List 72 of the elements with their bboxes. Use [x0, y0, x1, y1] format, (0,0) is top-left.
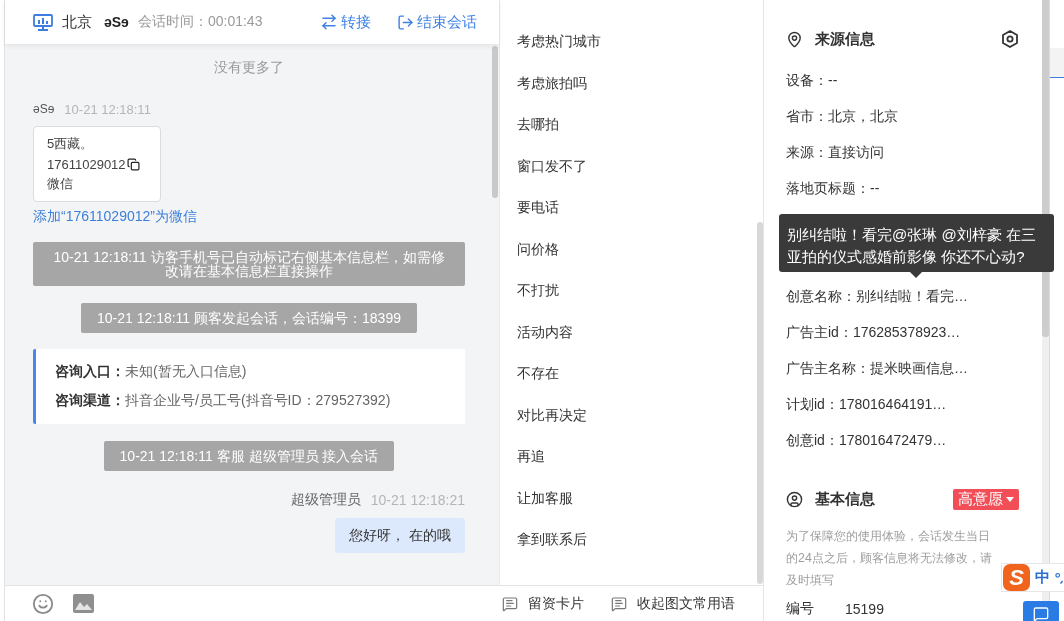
message-icon	[611, 595, 627, 612]
info-row: 省市：北京，北京	[786, 108, 898, 126]
message-icon	[1033, 606, 1049, 621]
message-text: 5西藏。	[47, 135, 94, 153]
session-duration: 会话时间：00:01:43	[137, 13, 263, 31]
visitor-name: əSɘ	[104, 14, 129, 30]
quick-reply-item[interactable]: 要电话	[500, 187, 559, 229]
quick-reply-item[interactable]: 对比再决定	[500, 394, 587, 436]
user-icon	[786, 490, 803, 508]
add-wechat-link[interactable]: 添加“17611029012”为微信	[33, 207, 197, 225]
message-time: 10-21 12:18:21	[370, 492, 465, 508]
scrollbar-thumb[interactable]	[757, 222, 763, 584]
field-value: 15199	[845, 601, 884, 617]
field-label: 咨询入口：	[55, 363, 125, 381]
location-pin-icon	[786, 30, 803, 48]
info-row: 设备：--	[786, 72, 838, 90]
scrollbar-thumb[interactable]	[492, 46, 498, 198]
info-row: 创意id：178016472479…	[786, 432, 947, 450]
quick-reply-item[interactable]: 考虑旅拍吗	[500, 62, 587, 104]
swap-arrows-icon	[320, 13, 338, 31]
info-row: 广告主id：176285378923…	[786, 324, 961, 342]
field-label: 咨询渠道：	[55, 392, 125, 410]
info-row: 落地页标题：--	[786, 180, 880, 198]
end-of-history-notice: 没有更多了	[214, 58, 284, 76]
smiley-icon[interactable]	[32, 592, 54, 615]
tooltip: 别纠结啦！看完@张琳 @刘梓豪 在三亚拍的仪式感婚前影像 你还不心动?	[779, 214, 1054, 272]
quick-reply-item[interactable]: 考虑热门城市	[500, 21, 601, 63]
info-row: 来源：直接访问	[786, 144, 884, 162]
field-value: 抖音企业号/员工号(抖音号ID：279527392)	[125, 392, 391, 410]
quick-reply-item[interactable]: 活动内容	[500, 311, 573, 353]
quick-reply-item[interactable]: 问价格	[500, 228, 559, 270]
quick-reply-item[interactable]: 去哪拍	[500, 104, 559, 146]
quick-reply-item[interactable]: 窗口发不了	[500, 145, 587, 187]
intent-badge[interactable]: 高意愿	[953, 488, 1019, 510]
visitor-location: 北京	[62, 12, 92, 32]
tooltip-arrow	[910, 272, 922, 278]
message-time: 10-21 12:18:11	[64, 101, 151, 117]
quick-reply-item[interactable]: 不存在	[500, 353, 559, 395]
input-mode-toggle[interactable]: 中	[1035, 568, 1050, 587]
caret-icon	[1006, 496, 1014, 502]
quick-reply-item[interactable]: 让加客服	[500, 477, 573, 519]
system-notice: 10-21 12:18:11 访客手机号已自动标记右侧基本信息栏，如需修改请在基本信息栏直接操作	[33, 242, 465, 286]
transfer-button[interactable]: 转接	[320, 12, 371, 32]
section-title: 来源信息	[815, 29, 875, 49]
message-icon	[502, 595, 518, 612]
message-text: 17611029012	[47, 156, 126, 172]
info-row: 广告主名称：提米映画信息…	[786, 360, 968, 378]
system-notice: 10-21 12:18:11 客服 超级管理员 接入会话	[103, 441, 395, 471]
punctuation-icon[interactable]	[1055, 571, 1064, 584]
toolbar-button[interactable]: 留资卡片	[502, 594, 584, 613]
monitor-icon	[33, 13, 53, 31]
system-notice: 10-21 12:18:11 顾客发起会话，会话编号：18399	[81, 303, 417, 333]
exit-icon	[397, 13, 414, 31]
info-row: 创意名称：别纠结啦！看完…	[786, 288, 968, 306]
toolbar-button[interactable]: 收起图文常用语	[611, 594, 735, 613]
info-row: 计划id：178016464191…	[786, 396, 947, 414]
scrollbar-thumb[interactable]	[1042, 0, 1049, 337]
section-title: 基本信息	[815, 489, 875, 509]
info-notice: 为了保障您的使用体验，会话发生当日的24点之后，顾客信息将无法修改，请及时填写	[786, 528, 993, 589]
message-bubble: 您好呀， 在的哦	[335, 518, 465, 553]
settings-icon[interactable]	[1001, 30, 1019, 48]
field-label: 编号	[786, 600, 815, 618]
field-value: 未知(暂无入口信息)	[125, 363, 247, 381]
quick-reply-item[interactable]: 拿到联系后	[500, 519, 587, 561]
copy-icon[interactable]	[126, 157, 140, 171]
quick-reply-item[interactable]: 不打扰	[500, 270, 559, 312]
image-icon[interactable]	[73, 594, 94, 613]
end-session-button[interactable]: 结束会话	[397, 12, 477, 32]
sender-name: 超级管理员	[290, 491, 361, 509]
quick-reply-item[interactable]: 再追	[500, 436, 545, 478]
sender-name: əSɘ	[33, 102, 55, 116]
message-text: 微信	[47, 175, 73, 193]
